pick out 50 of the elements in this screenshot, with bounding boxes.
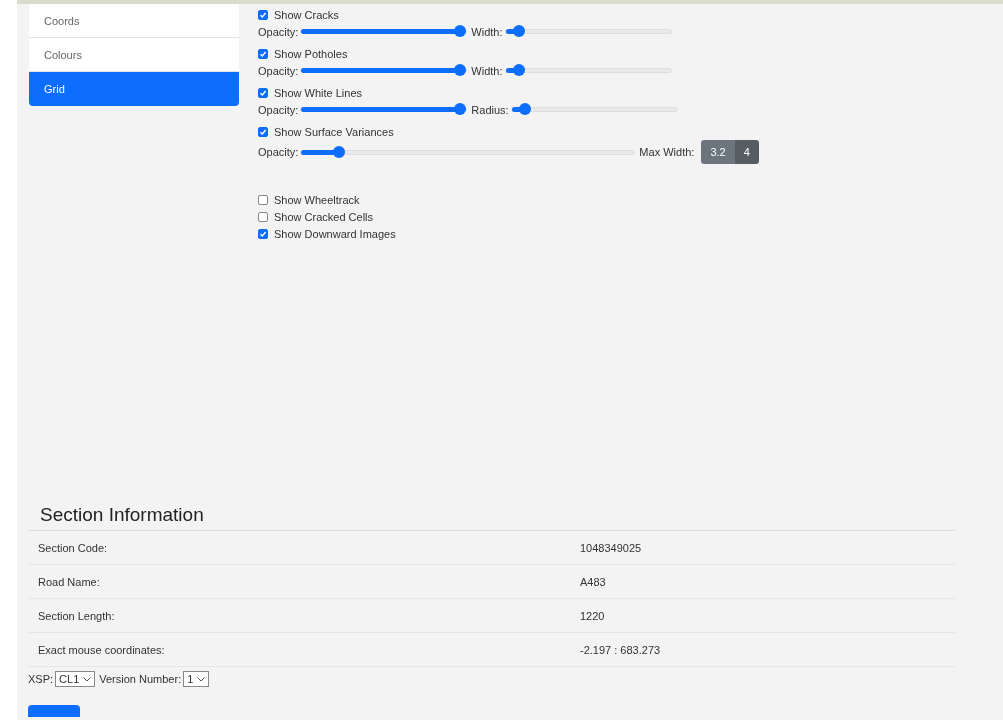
sidebar-item[interactable]: Coords bbox=[29, 4, 239, 38]
select-label: XSP: bbox=[28, 673, 54, 685]
slider-thumb[interactable] bbox=[519, 103, 532, 115]
max-width-option[interactable]: 4 bbox=[734, 140, 759, 164]
info-label: Exact mouse coordinates: bbox=[37, 643, 166, 656]
dropdown[interactable]: 1 bbox=[183, 671, 210, 687]
info-value: 1048349025 bbox=[580, 541, 642, 554]
slider-thumb[interactable] bbox=[454, 103, 467, 115]
checkbox[interactable] bbox=[258, 48, 268, 59]
slider-thumb[interactable] bbox=[513, 25, 526, 37]
info-label: Road Name: bbox=[37, 575, 101, 588]
checkbox[interactable] bbox=[258, 228, 268, 239]
checkbox-label: Show White Lines bbox=[274, 86, 363, 99]
slider-label: Opacity: bbox=[258, 64, 299, 77]
caret-icon bbox=[83, 676, 92, 682]
info-value: -2.197 : 683.273 bbox=[580, 643, 661, 656]
slider-thumb[interactable] bbox=[454, 25, 467, 37]
checkbox[interactable] bbox=[258, 211, 268, 222]
slider-label: Width: bbox=[471, 25, 503, 38]
info-label: Section Code: bbox=[37, 541, 109, 554]
checkbox-label: Show Potholes bbox=[274, 47, 348, 60]
checkbox-label: Show Wheeltrack bbox=[274, 193, 360, 206]
info-label: Section Length: bbox=[37, 609, 116, 622]
slider-label: Opacity: bbox=[258, 25, 299, 38]
max-width-label: Max Width: bbox=[639, 146, 695, 158]
slider-track[interactable] bbox=[300, 149, 636, 155]
slider-thumb[interactable] bbox=[333, 145, 346, 158]
slider-label: Opacity: bbox=[258, 146, 299, 158]
checkbox-label: Show Downward Images bbox=[274, 227, 396, 240]
checkbox[interactable] bbox=[258, 126, 268, 137]
select-label: Version Number: bbox=[99, 673, 182, 685]
slider-label: Width: bbox=[471, 64, 503, 77]
checkbox[interactable] bbox=[258, 194, 268, 205]
dropdown[interactable]: CL1 bbox=[55, 671, 96, 687]
slider-thumb[interactable] bbox=[454, 64, 467, 76]
checkbox-label: Show Surface Variances bbox=[274, 125, 394, 138]
sidebar-item[interactable]: Grid bbox=[29, 72, 239, 106]
checkbox[interactable] bbox=[258, 9, 268, 20]
checkbox[interactable] bbox=[258, 87, 268, 98]
checkbox-label: Show Cracks bbox=[274, 8, 339, 21]
slider-label: Opacity: bbox=[258, 103, 299, 116]
section-title: Section Information bbox=[28, 500, 955, 531]
slider-label: Radius: bbox=[471, 103, 509, 116]
sidebar-item[interactable]: Colours bbox=[29, 38, 239, 72]
max-width-option[interactable]: 3.2 bbox=[701, 140, 735, 164]
caret-icon bbox=[197, 676, 206, 682]
info-value: A483 bbox=[580, 575, 606, 588]
checkbox-label: Show Cracked Cells bbox=[274, 210, 374, 223]
info-value: 1220 bbox=[580, 609, 605, 622]
slider-thumb[interactable] bbox=[513, 64, 526, 76]
